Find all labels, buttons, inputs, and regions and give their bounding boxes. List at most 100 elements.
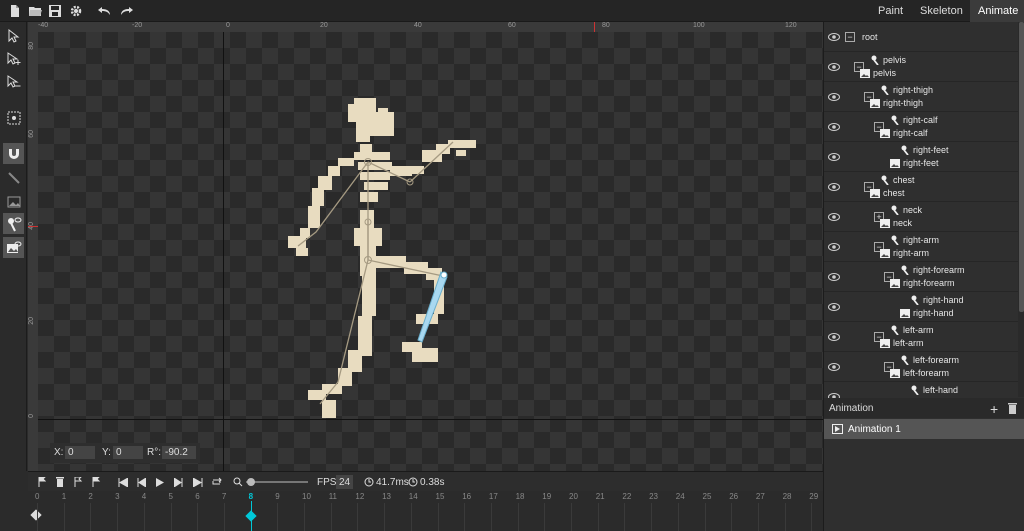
eye-icon[interactable] xyxy=(828,152,840,162)
select-add-tool-icon[interactable] xyxy=(3,48,24,69)
eye-icon[interactable] xyxy=(828,332,840,342)
frame-number[interactable]: 1 xyxy=(62,492,66,501)
tree-row-right-forearm[interactable]: − right-forearm right-forearm xyxy=(824,262,1018,292)
flag-icon[interactable] xyxy=(38,475,46,489)
tree-row-chest[interactable]: − chest chest xyxy=(824,172,1018,202)
delete-keyframe-icon[interactable] xyxy=(56,475,64,489)
frame-number[interactable]: 26 xyxy=(729,492,738,501)
frame-number[interactable]: 20 xyxy=(569,492,578,501)
eye-icon[interactable] xyxy=(828,212,840,222)
eye-icon[interactable] xyxy=(828,62,840,72)
eye-icon[interactable] xyxy=(828,122,840,132)
step-forward-icon[interactable] xyxy=(174,475,183,489)
frame-number[interactable]: 23 xyxy=(649,492,658,501)
tree-row-root[interactable]: − root xyxy=(824,22,1018,52)
tool-palette xyxy=(0,22,27,471)
frame-number[interactable]: 7 xyxy=(222,492,226,501)
bone-visibility-icon[interactable] xyxy=(3,213,24,234)
frame-number[interactable]: 28 xyxy=(783,492,792,501)
redo-icon[interactable] xyxy=(118,3,134,19)
frame-number[interactable]: 17 xyxy=(489,492,498,501)
eye-icon[interactable] xyxy=(828,302,840,312)
bone-tool-icon[interactable] xyxy=(3,167,24,188)
x-input[interactable]: 0 xyxy=(65,446,95,459)
animation-list-item[interactable]: Animation 1 xyxy=(824,419,1024,439)
tree-row-right-feet[interactable]: right-feet right-feet xyxy=(824,142,1018,172)
tree-row-left-arm[interactable]: − left-arm left-arm xyxy=(824,322,1018,352)
rotation-input[interactable]: -90.2 xyxy=(162,446,196,459)
magnet-tool-icon[interactable] xyxy=(3,143,24,164)
root-keyframe[interactable] xyxy=(30,509,42,521)
skip-to-start-icon[interactable] xyxy=(118,475,128,489)
eye-icon[interactable] xyxy=(828,182,840,192)
skip-to-end-icon[interactable] xyxy=(193,475,203,489)
tree-scrollbar[interactable] xyxy=(1018,22,1024,397)
select-tool-icon[interactable] xyxy=(3,25,24,46)
new-file-icon[interactable] xyxy=(7,3,23,19)
tree-row-right-hand[interactable]: right-hand right-hand xyxy=(824,292,1018,322)
tree-row-right-arm[interactable]: − right-arm right-arm xyxy=(824,232,1018,262)
frame-number[interactable]: 12 xyxy=(355,492,364,501)
loop-icon[interactable] xyxy=(211,475,222,489)
frame-number[interactable]: 29 xyxy=(809,492,818,501)
scroll-thumb[interactable] xyxy=(1019,22,1024,312)
settings-icon[interactable] xyxy=(68,3,84,19)
image-tool-icon[interactable] xyxy=(3,191,24,212)
frame-number[interactable]: 5 xyxy=(169,492,173,501)
open-folder-icon[interactable] xyxy=(27,3,43,19)
frame-number[interactable]: 2 xyxy=(88,492,92,501)
eye-icon[interactable] xyxy=(828,362,840,372)
tree-row-right-calf[interactable]: − right-calf right-calf xyxy=(824,112,1018,142)
tree-row-right-thigh[interactable]: − right-thigh right-thigh xyxy=(824,82,1018,112)
frame-number[interactable]: 16 xyxy=(462,492,471,501)
frame-number[interactable]: 27 xyxy=(756,492,765,501)
frame-number[interactable]: 10 xyxy=(302,492,311,501)
save-icon[interactable] xyxy=(47,3,63,19)
tree-row-neck[interactable]: + neck neck xyxy=(824,202,1018,232)
canvas-viewport[interactable] xyxy=(38,32,823,471)
image-visibility-icon[interactable] xyxy=(3,237,24,258)
current-keyframe[interactable] xyxy=(244,510,257,522)
tab-animate[interactable]: Animate xyxy=(970,0,1024,22)
tab-paint[interactable]: Paint xyxy=(870,0,911,22)
collapse-icon[interactable]: − xyxy=(845,32,855,42)
eye-icon[interactable] xyxy=(828,32,840,42)
frame-number[interactable]: 25 xyxy=(703,492,712,501)
flag-previous-icon[interactable] xyxy=(74,475,83,489)
select-subtract-tool-icon[interactable] xyxy=(3,71,24,92)
skeleton-sprite[interactable] xyxy=(38,32,823,471)
frame-tool-icon[interactable] xyxy=(3,107,24,128)
frame-number[interactable]: 0 xyxy=(35,492,39,501)
tree-row-pelvis[interactable]: − pelvis pelvis xyxy=(824,52,1018,82)
step-back-icon[interactable] xyxy=(137,475,146,489)
image-entry: right-arm xyxy=(880,247,929,259)
frame-number[interactable]: 4 xyxy=(142,492,146,501)
play-icon[interactable] xyxy=(156,475,164,489)
flag-next-icon[interactable] xyxy=(92,475,101,489)
delete-animation-icon[interactable] xyxy=(1008,403,1017,414)
frame-number[interactable]: 11 xyxy=(329,492,337,501)
tab-skeleton[interactable]: Skeleton xyxy=(912,0,971,22)
eye-icon[interactable] xyxy=(828,272,840,282)
eye-icon[interactable] xyxy=(828,92,840,102)
undo-icon[interactable] xyxy=(96,3,112,19)
frame-number[interactable]: 8 xyxy=(249,492,253,501)
frame-number[interactable]: 3 xyxy=(115,492,119,501)
tree-row-left-forearm[interactable]: − left-forearm left-forearm xyxy=(824,352,1018,382)
eye-icon[interactable] xyxy=(828,242,840,252)
frame-number[interactable]: 6 xyxy=(195,492,199,501)
frame-number[interactable]: 24 xyxy=(676,492,685,501)
frame-number[interactable]: 13 xyxy=(382,492,391,501)
frame-number[interactable]: 14 xyxy=(409,492,418,501)
frame-number[interactable]: 9 xyxy=(275,492,279,501)
add-animation-icon[interactable]: + xyxy=(990,401,998,417)
frame-number[interactable]: 22 xyxy=(622,492,631,501)
frame-number[interactable]: 19 xyxy=(542,492,551,501)
frame-number[interactable]: 21 xyxy=(596,492,605,501)
zoom-slider[interactable] xyxy=(246,475,308,489)
timeline[interactable]: 0 1 2 3 4 5 6 7 8 9 10 11 12 13 14 15 16 17 18 19 20 21 22 23 24… xyxy=(28,491,823,531)
frame-number[interactable]: 15 xyxy=(436,492,445,501)
frame-number[interactable]: 18 xyxy=(516,492,525,501)
y-input[interactable]: 0 xyxy=(113,446,143,459)
fps-input[interactable]: 24 xyxy=(336,475,354,489)
